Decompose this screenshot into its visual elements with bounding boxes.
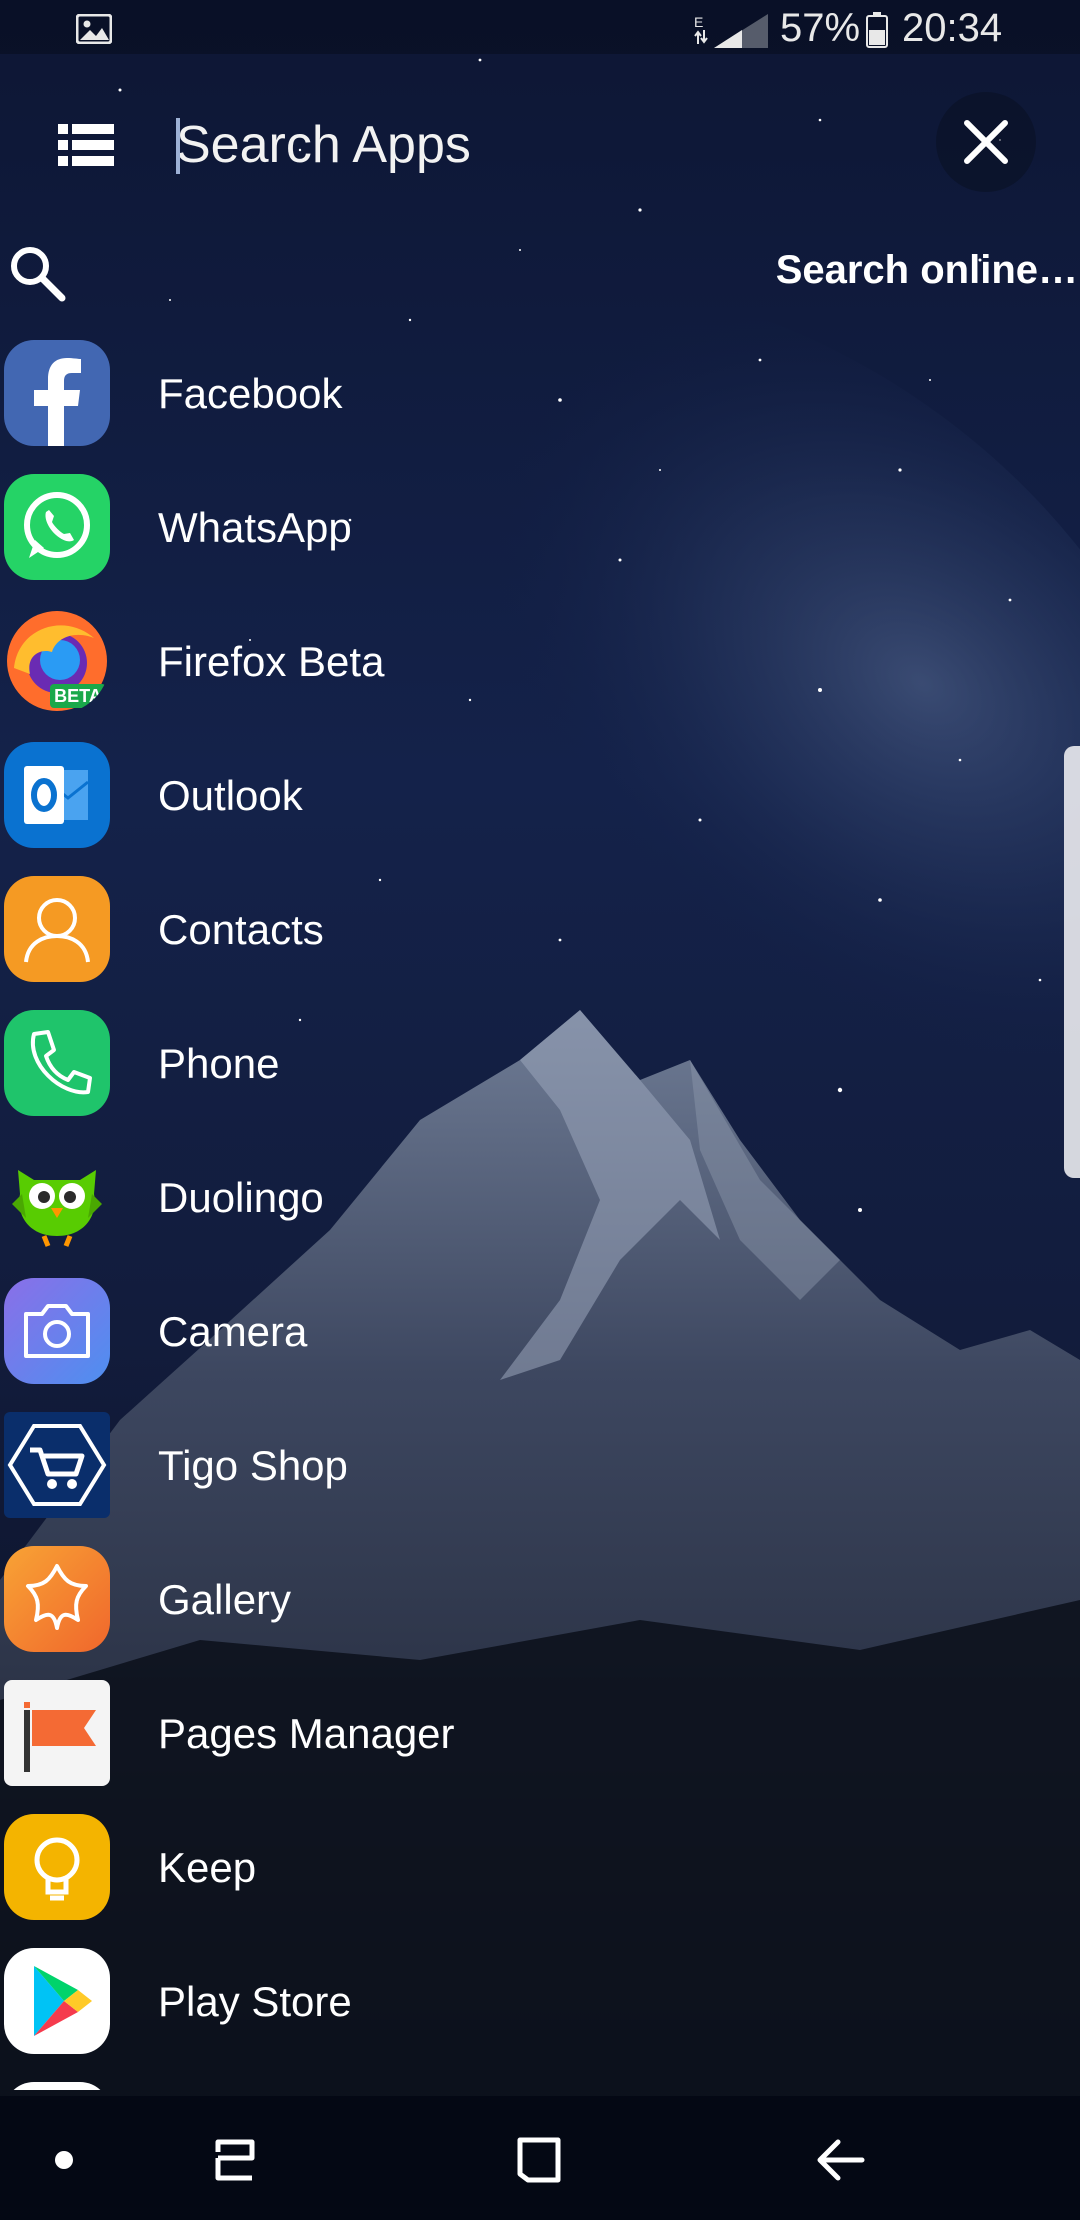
list-item-gallery[interactable]: Gallery: [0, 1536, 1060, 1670]
svg-text:BETA: BETA: [54, 686, 102, 706]
status-time: 20:34: [902, 6, 1003, 50]
list-item-duolingo[interactable]: Duolingo: [0, 1134, 1060, 1268]
app-label: Outlook: [158, 772, 303, 819]
close-icon: [964, 120, 1008, 164]
partial-app-icon: [4, 2082, 110, 2090]
signal-icon: E: [694, 14, 768, 48]
contacts-icon: [4, 876, 110, 982]
app-label: Gallery: [158, 1576, 292, 1623]
network-type: E: [694, 14, 703, 30]
close-search-button[interactable]: [936, 92, 1036, 192]
list-item-tigo-shop[interactable]: Tigo Shop: [0, 1402, 1060, 1536]
keep-icon: [4, 1814, 110, 1920]
list-item-pages-manager[interactable]: Pages Manager: [0, 1670, 1060, 1804]
camera-icon: [4, 1278, 110, 1384]
app-label: Tigo Shop: [158, 1442, 348, 1489]
firefox-beta-icon: BETA: [4, 608, 110, 714]
pages-manager-icon: [4, 1680, 110, 1786]
list-menu-icon[interactable]: [58, 122, 114, 168]
play-store-icon: [4, 1948, 110, 2054]
search-online-label: Search online…: [775, 248, 1078, 292]
list-item-keep[interactable]: Keep: [0, 1804, 1060, 1938]
launcher-screen: E 57% 20:34 Search Apps Search online… F…: [0, 0, 1080, 2220]
status-bar: E 57% 20:34: [0, 0, 1080, 54]
app-label: Phone: [158, 1040, 280, 1087]
outlook-icon: [4, 742, 110, 848]
list-item-camera[interactable]: Camera: [0, 1268, 1060, 1402]
scrollbar-thumb[interactable]: [1064, 746, 1080, 1178]
search-online-row[interactable]: Search online…: [0, 226, 1080, 316]
list-item-partial[interactable]: [0, 2072, 1060, 2090]
image-notification-icon: [76, 14, 112, 44]
app-label: Keep: [158, 1844, 257, 1891]
home-button[interactable]: [498, 2120, 578, 2200]
tigo-shop-icon: [4, 1412, 110, 1518]
list-item-facebook[interactable]: Facebook: [0, 330, 1060, 464]
search-icon: [11, 247, 66, 302]
list-item-firefox-beta[interactable]: BETA Firefox Beta: [0, 598, 1060, 732]
list-item-contacts[interactable]: Contacts: [0, 866, 1060, 1000]
home-icon: [517, 2137, 561, 2183]
nav-dot-icon: [55, 2151, 73, 2169]
whatsapp-icon: [4, 474, 110, 580]
app-list: Facebook WhatsApp BETA Firefox Beta Outl…: [0, 330, 1080, 2090]
list-item-outlook[interactable]: Outlook: [0, 732, 1060, 866]
facebook-icon: [4, 340, 110, 446]
duolingo-icon: [4, 1144, 110, 1250]
app-label: Facebook: [158, 370, 343, 417]
app-label: WhatsApp: [158, 504, 352, 551]
phone-icon: [4, 1010, 110, 1116]
recent-apps-icon: [215, 2139, 255, 2181]
app-label: Contacts: [158, 906, 324, 953]
app-label: Play Store: [158, 1978, 352, 2025]
recent-apps-button[interactable]: [194, 2120, 274, 2200]
list-item-play-store[interactable]: Play Store: [0, 1938, 1060, 2072]
search-apps-input[interactable]: [176, 108, 916, 182]
list-item-whatsapp[interactable]: WhatsApp: [0, 464, 1060, 598]
battery-percentage: 57%: [780, 6, 861, 50]
nav-dot-button[interactable]: [24, 2120, 104, 2200]
search-bar: [0, 90, 1080, 200]
gallery-icon: [4, 1546, 110, 1652]
back-button[interactable]: [800, 2120, 880, 2200]
app-label: Camera: [158, 1308, 308, 1355]
list-item-phone[interactable]: Phone: [0, 1000, 1060, 1134]
navigation-bar: [0, 2096, 1080, 2220]
text-cursor: [176, 118, 180, 174]
app-label: Duolingo: [158, 1174, 324, 1221]
battery-icon: [866, 12, 888, 48]
app-label: Pages Manager: [158, 1710, 455, 1757]
back-icon: [817, 2139, 865, 2181]
app-label: Firefox Beta: [158, 638, 385, 685]
